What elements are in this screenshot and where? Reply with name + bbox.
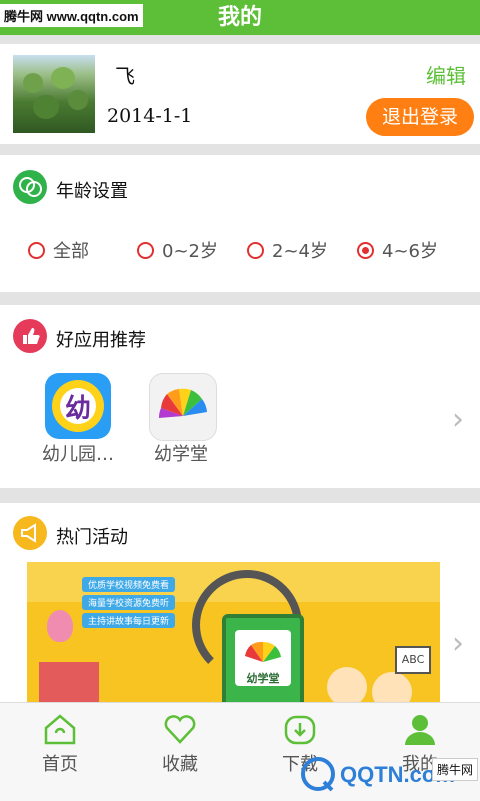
tab-home[interactable]: 首页 [0, 703, 120, 801]
qqtn-watermark: QQTN.com [300, 750, 455, 800]
radio-icon [28, 241, 45, 259]
tab-home-label: 首页 [42, 754, 78, 775]
banner-line-3: 主持讲故事每日更新 [82, 613, 176, 628]
avatar[interactable] [13, 55, 95, 133]
user-date: 2014-1-1 [107, 105, 193, 127]
book-cover-logo: 幼学堂 [235, 630, 291, 686]
face-icon [13, 170, 47, 204]
banner-line-2: 海量学校资源免费听 [82, 595, 176, 610]
radio-selected-icon [357, 241, 374, 259]
tab-favorites[interactable]: 收藏 [120, 703, 240, 801]
events-title: 热门活动 [56, 527, 128, 548]
age-settings-title: 年龄设置 [56, 181, 128, 202]
radio-icon [247, 241, 264, 259]
balloon-icon [47, 610, 73, 642]
age-option-label: 4~6岁 [382, 241, 438, 262]
recommend-title: 好应用推荐 [56, 330, 146, 351]
heart-icon [164, 715, 196, 744]
age-option-2-4[interactable]: 2~4岁 [247, 237, 328, 263]
age-option-label: 全部 [53, 241, 89, 262]
chevron-right-icon[interactable]: › [452, 402, 464, 437]
age-option-4-6[interactable]: 4~6岁 [357, 237, 438, 263]
watermark-label: 腾牛网 www.qqtn.com [0, 4, 143, 27]
child-illustration [327, 667, 367, 707]
age-option-all[interactable]: 全部 [28, 237, 89, 263]
download-icon [284, 715, 316, 745]
age-settings-section [0, 155, 480, 292]
banner-line-1: 优质学校视频免费看 [82, 577, 176, 592]
book-illustration: 幼学堂 [222, 614, 304, 712]
megaphone-icon [13, 516, 47, 550]
qqtn-logo-icon [301, 757, 335, 792]
age-option-label: 0~2岁 [162, 241, 218, 262]
radio-icon [137, 241, 154, 259]
book-cover-title: 幼学堂 [246, 672, 280, 685]
home-icon [44, 714, 76, 745]
youxuetang-app-icon[interactable] [149, 373, 217, 441]
age-option-label: 2~4岁 [272, 241, 328, 262]
edit-button[interactable]: 编辑 [426, 60, 466, 89]
user-name: 飞 [115, 64, 135, 88]
abc-badge: ABC [395, 646, 431, 674]
user-icon [405, 715, 435, 745]
app-label-kindergarten[interactable]: 幼儿园… [42, 440, 114, 466]
app-label-youxuetang[interactable]: 幼学堂 [154, 440, 208, 466]
tab-favorites-label: 收藏 [162, 754, 198, 775]
qqtn-badge: 腾牛网 [432, 758, 479, 781]
logout-button[interactable]: 退出登录 [366, 98, 474, 136]
kindergarten-app-icon[interactable]: 幼 [45, 373, 111, 439]
age-option-0-2[interactable]: 0~2岁 [137, 237, 218, 263]
chevron-right-icon[interactable]: › [452, 626, 464, 661]
thumbs-up-icon [13, 319, 47, 353]
event-banner[interactable]: 优质学校视频免费看 海量学校资源免费听 主持讲故事每日更新 幼学堂 ABC [27, 562, 440, 712]
app-icon-glyph: 幼 [64, 394, 91, 424]
